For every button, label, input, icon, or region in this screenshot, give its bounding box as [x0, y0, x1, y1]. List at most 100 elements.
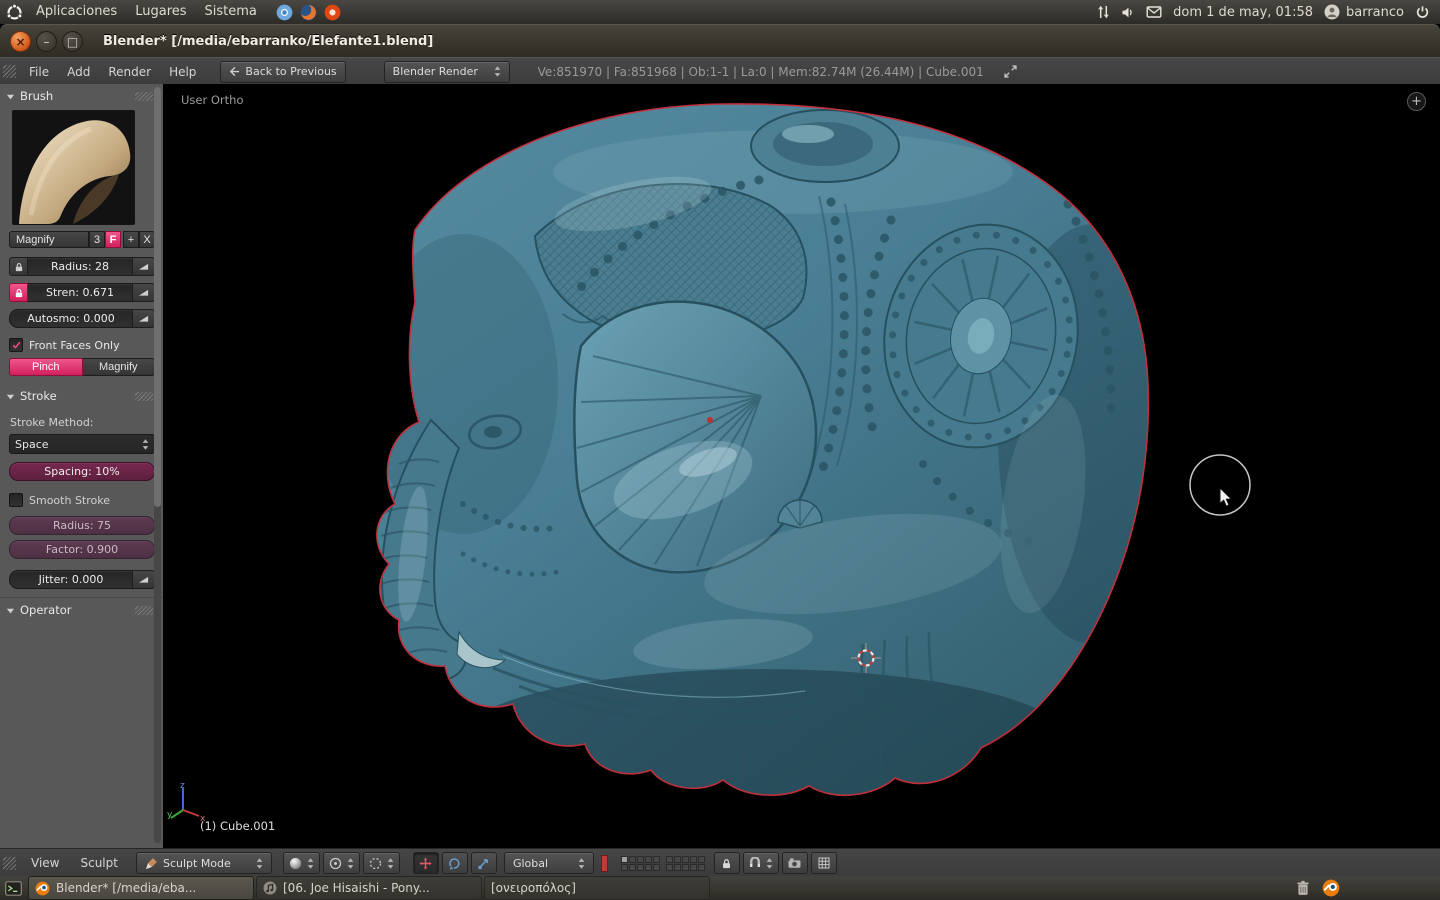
- radius-pressure-button[interactable]: [132, 257, 155, 276]
- render-engine-dropdown[interactable]: Blender Render: [384, 61, 510, 83]
- window-title-bar[interactable]: × – □ Blender* [/media/ebarranko/Elefant…: [0, 24, 1440, 58]
- brush-panel-header[interactable]: Brush: [0, 84, 163, 108]
- power-menu-icon[interactable]: [1415, 5, 1430, 20]
- layer-cell[interactable]: [690, 864, 697, 871]
- window-minimize-button[interactable]: –: [36, 31, 57, 52]
- brush-users-count-button[interactable]: 3: [89, 231, 105, 248]
- layer-cell[interactable]: [690, 856, 697, 863]
- jitter-pressure-button[interactable]: [132, 570, 155, 589]
- 3d-viewport[interactable]: User Ortho + z x y (1) Cube.001: [163, 84, 1440, 848]
- layer-cell[interactable]: [629, 856, 636, 863]
- trash-icon[interactable]: [1296, 880, 1310, 896]
- front-faces-only-checkbox[interactable]: [9, 338, 23, 352]
- brush-unlink-button[interactable]: X: [139, 231, 155, 248]
- view-menu[interactable]: View: [22, 850, 68, 877]
- strength-slider[interactable]: Stren: 0.671: [28, 283, 132, 302]
- taskbar-window-music[interactable]: [06. Joe Hisaishi - Pony...: [256, 876, 482, 900]
- render-opengl-button[interactable]: [782, 852, 808, 874]
- stroke-method-dropdown[interactable]: Space: [9, 434, 155, 454]
- magnify-toggle-button[interactable]: Magnify: [83, 358, 156, 376]
- viewport-shading-dropdown[interactable]: [283, 852, 320, 874]
- panel-drag-grip[interactable]: [135, 392, 153, 401]
- stroke-panel-header[interactable]: Stroke: [0, 384, 163, 408]
- transform-orientation-dropdown[interactable]: Global: [504, 852, 594, 874]
- scene-lock-toggle[interactable]: [714, 852, 740, 874]
- strength-unify-lock-button[interactable]: [9, 283, 28, 302]
- panel-drag-grip[interactable]: [135, 606, 153, 615]
- manipulator-scale-toggle[interactable]: [471, 852, 497, 874]
- panel-drag-grip[interactable]: [135, 92, 153, 101]
- layer-cell[interactable]: [637, 856, 644, 863]
- brush-add-button[interactable]: +: [123, 231, 139, 248]
- layer-cell[interactable]: [653, 864, 660, 871]
- software-center-launcher-icon[interactable]: [324, 4, 341, 21]
- clock[interactable]: dom 1 de may, 01:58: [1173, 5, 1313, 20]
- ubuntu-logo-icon[interactable]: [6, 4, 23, 21]
- chromium-launcher-icon[interactable]: [276, 4, 293, 21]
- layers-widget[interactable]: [621, 856, 705, 871]
- pivot-point-dropdown[interactable]: [323, 852, 360, 874]
- layer-cell[interactable]: [666, 864, 673, 871]
- messaging-indicator-icon[interactable]: [1146, 6, 1162, 18]
- layer-cell[interactable]: [645, 856, 652, 863]
- radius-slider[interactable]: Radius: 28: [28, 257, 132, 276]
- help-menu[interactable]: Help: [161, 59, 204, 85]
- blender-tray-icon[interactable]: [1322, 879, 1340, 897]
- manipulator-rotate-toggle[interactable]: [442, 852, 468, 874]
- layer-cell[interactable]: [698, 856, 705, 863]
- layer-cell[interactable]: [674, 864, 681, 871]
- taskbar-window-blender[interactable]: Blender* [/media/eba...: [28, 876, 254, 900]
- brush-name-button[interactable]: Magnify: [9, 231, 89, 248]
- layer-cell[interactable]: [645, 864, 652, 871]
- volume-indicator-icon[interactable]: [1121, 6, 1135, 19]
- autosmooth-pressure-button[interactable]: [132, 309, 155, 328]
- show-desktop-icon[interactable]: [5, 881, 22, 896]
- brush-fake-user-button[interactable]: F: [105, 231, 121, 248]
- sculpt-menu[interactable]: Sculpt: [71, 850, 126, 877]
- operator-panel-header[interactable]: Operator: [0, 597, 163, 622]
- layer-cell[interactable]: [674, 856, 681, 863]
- firefox-launcher-icon[interactable]: [300, 4, 317, 21]
- tool-shelf-scrollbar[interactable]: [154, 87, 161, 843]
- layer-cell[interactable]: [698, 864, 705, 871]
- properties-region-toggle[interactable]: +: [1407, 92, 1426, 111]
- smooth-factor-slider[interactable]: Factor: 0.900: [9, 540, 155, 559]
- region-corner-grip[interactable]: [3, 857, 16, 870]
- radius-unify-lock-button[interactable]: [9, 257, 28, 276]
- strength-pressure-button[interactable]: [132, 283, 155, 302]
- jitter-slider[interactable]: Jitter: 0.000: [9, 570, 132, 589]
- pinch-toggle-button[interactable]: Pinch: [9, 358, 83, 376]
- add-menu[interactable]: Add: [59, 59, 98, 85]
- mode-dropdown[interactable]: Sculpt Mode: [136, 852, 272, 874]
- layer-cell[interactable]: [682, 856, 689, 863]
- pivot-align-dropdown[interactable]: [363, 852, 400, 874]
- layer-cell[interactable]: [666, 856, 673, 863]
- scrollbar-thumb[interactable]: [154, 87, 161, 507]
- network-indicator-icon[interactable]: [1097, 5, 1110, 19]
- render-opengl-anim-button[interactable]: [811, 852, 837, 874]
- region-corner-grip[interactable]: [3, 65, 16, 78]
- places-menu[interactable]: Lugares: [126, 0, 195, 24]
- smooth-stroke-checkbox[interactable]: [9, 493, 23, 507]
- file-menu[interactable]: File: [21, 59, 57, 85]
- layer-cell[interactable]: [682, 864, 689, 871]
- spacing-slider[interactable]: Spacing: 10%: [9, 462, 155, 481]
- window-maximize-button[interactable]: □: [62, 31, 83, 52]
- system-menu[interactable]: Sistema: [196, 0, 266, 24]
- window-close-button[interactable]: ×: [10, 31, 31, 52]
- paint-mask-icon[interactable]: [601, 855, 608, 872]
- layer-cell[interactable]: [637, 864, 644, 871]
- maximize-area-icon[interactable]: [1004, 65, 1017, 78]
- layer-cell[interactable]: [621, 856, 628, 863]
- autosmooth-slider[interactable]: Autosmo: 0.000: [9, 309, 132, 328]
- manipulator-translate-toggle[interactable]: [413, 852, 439, 874]
- smooth-radius-slider[interactable]: Radius: 75: [9, 516, 155, 535]
- brush-preview[interactable]: [12, 110, 135, 225]
- applications-menu[interactable]: Aplicaciones: [27, 0, 126, 24]
- snap-dropdown[interactable]: [743, 852, 779, 874]
- back-to-previous-button[interactable]: Back to Previous: [220, 61, 345, 83]
- layer-cell[interactable]: [621, 864, 628, 871]
- render-menu[interactable]: Render: [100, 59, 159, 85]
- layer-cell[interactable]: [629, 864, 636, 871]
- layer-cell[interactable]: [653, 856, 660, 863]
